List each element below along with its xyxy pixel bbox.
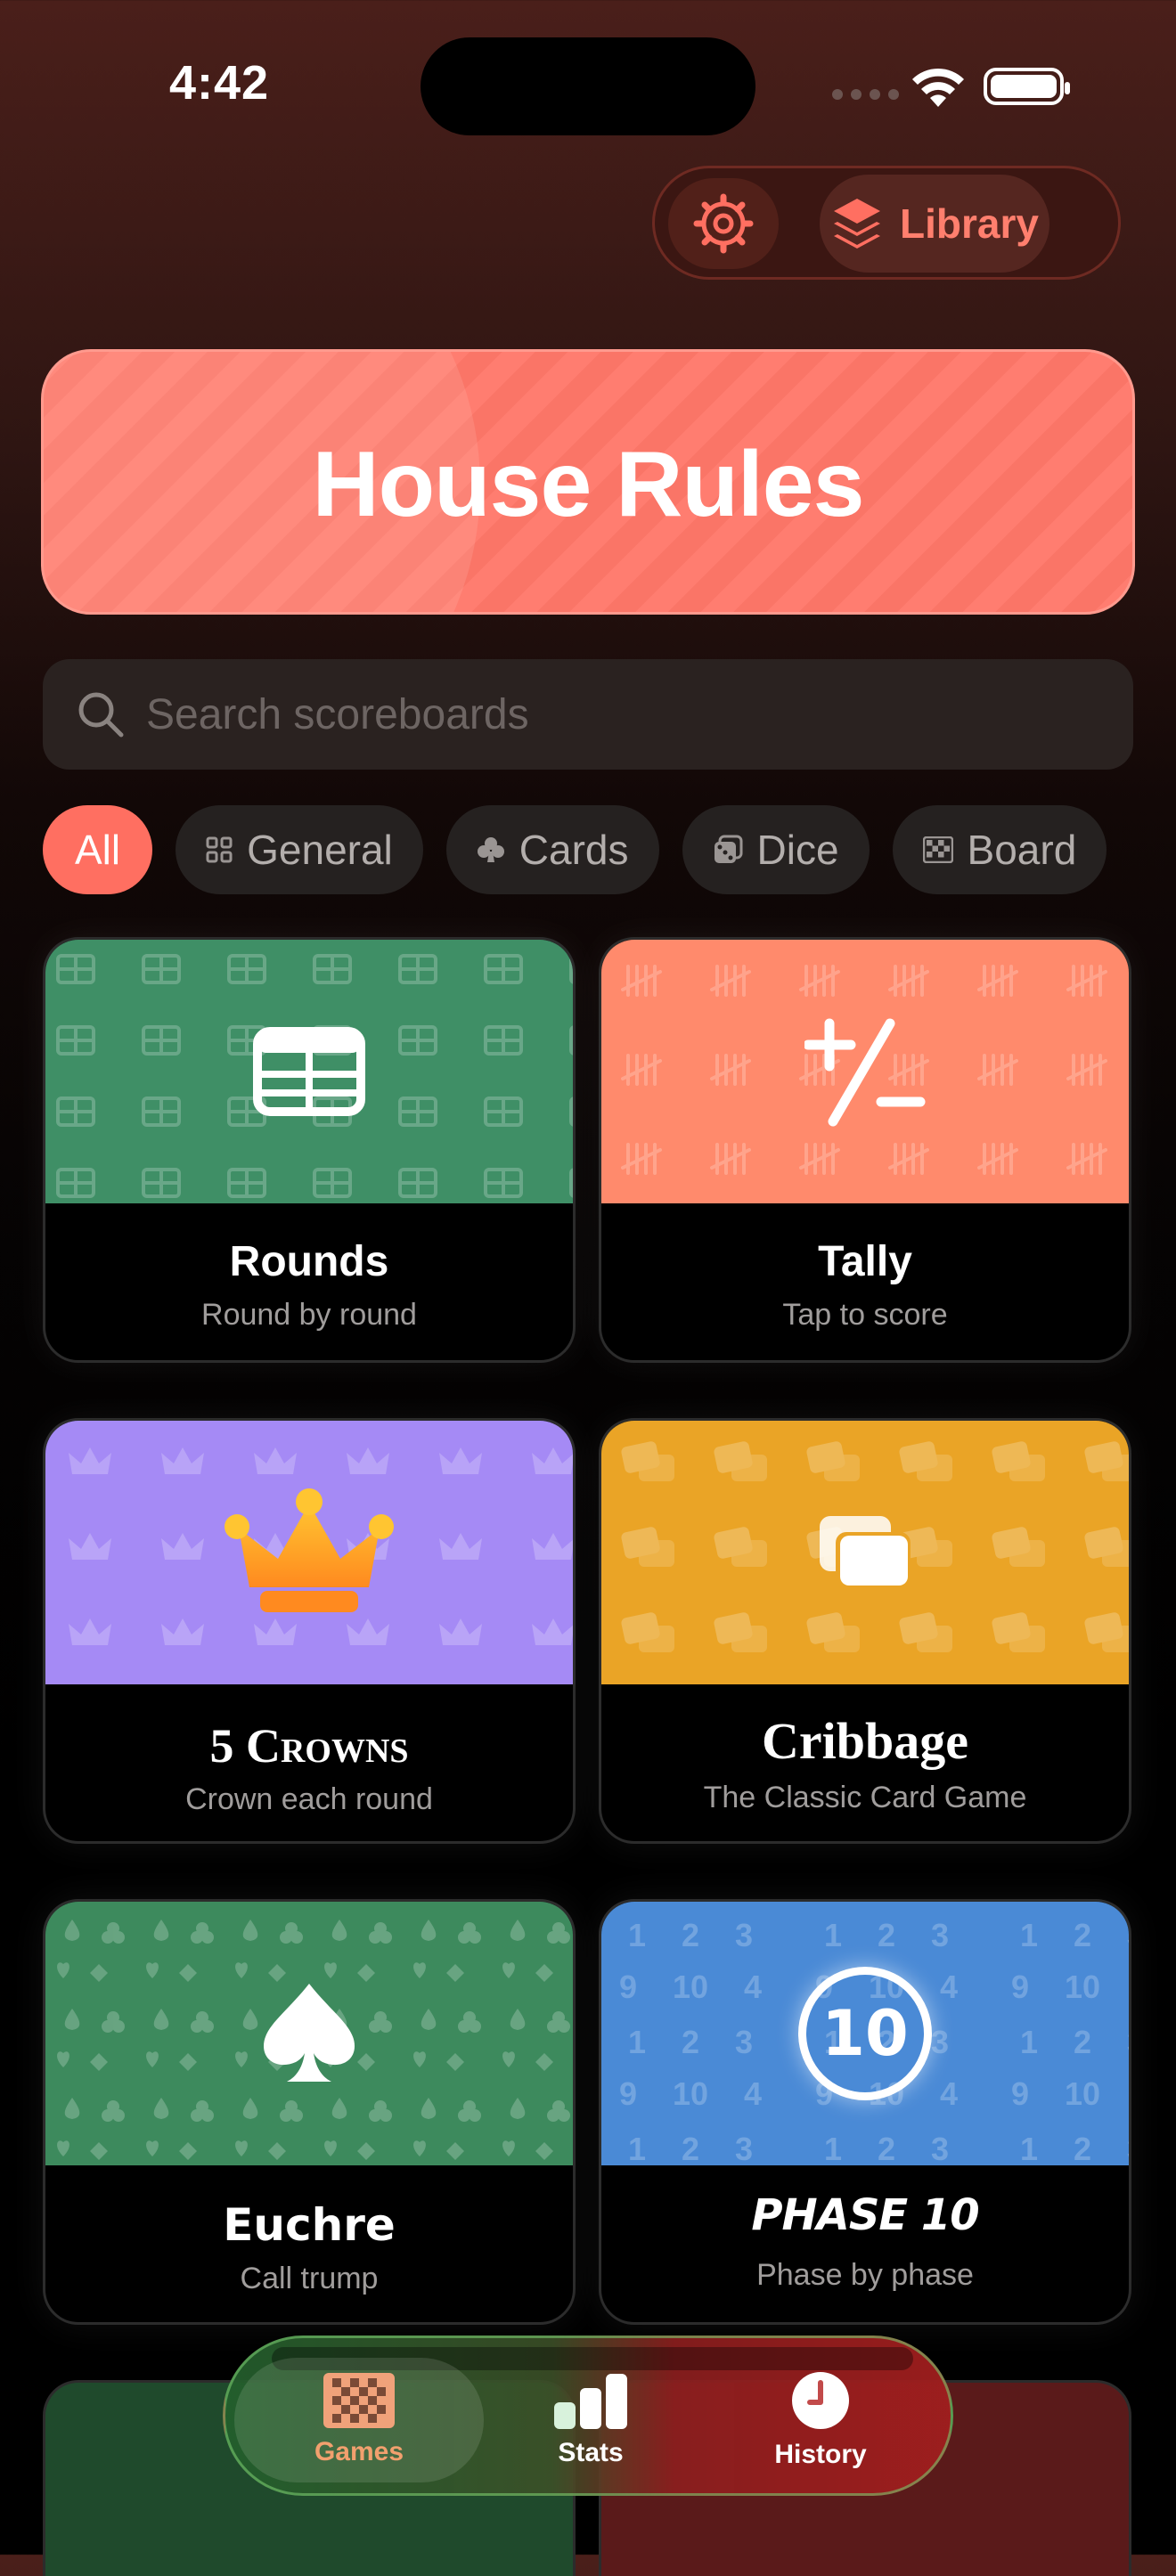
battery-icon (984, 68, 1070, 105)
game-card-cribbage[interactable]: Cribbage The Classic Card Game (599, 1418, 1131, 1844)
chip-label: All (75, 827, 121, 873)
filter-chip-cards[interactable]: Cards (445, 805, 659, 894)
dice-icon (714, 835, 742, 863)
chip-label: Board (967, 827, 1077, 873)
wifi-icon (912, 68, 964, 107)
game-name: Tally (818, 1238, 912, 1285)
game-subtitle: The Classic Card Game (703, 1781, 1027, 1814)
chip-label: Cards (519, 827, 629, 873)
library-label: Library (900, 200, 1039, 247)
game-name: Rounds (229, 1238, 389, 1285)
tab-games[interactable]: Games (234, 2358, 484, 2482)
app-title: House Rules (312, 433, 865, 536)
ten-badge-icon: 10 (798, 1967, 932, 2100)
tab-stats[interactable]: Stats (466, 2358, 715, 2482)
tab-history[interactable]: History (696, 2358, 945, 2482)
game-card-5-crowns[interactable]: 5 Crowns Crown each round (43, 1418, 576, 1844)
chip-label: Dice (756, 827, 839, 873)
game-card-rounds[interactable]: Rounds Round by round (43, 937, 576, 1363)
status-time: 4:42 (169, 56, 270, 110)
spade-icon (264, 1984, 355, 2082)
tab-label: Stats (558, 2438, 624, 2467)
cards-icon (820, 1516, 911, 1589)
grid-icon (206, 836, 233, 863)
game-subtitle: Tap to score (782, 1298, 948, 1332)
filter-chip-all[interactable]: All (43, 805, 153, 894)
library-button[interactable]: Library (820, 175, 1049, 273)
checkerboard-icon (323, 2373, 395, 2428)
search-input[interactable] (144, 689, 1039, 740)
gear-icon (693, 193, 754, 254)
game-name: 5 Crowns (209, 1719, 409, 1773)
game-name: PHASE 10 (751, 2190, 979, 2240)
game-subtitle: Crown each round (185, 1782, 433, 1816)
filter-chips: All General Cards Dice Board (43, 805, 1107, 894)
club-icon (477, 837, 504, 862)
search-bar[interactable] (43, 659, 1133, 770)
tab-label: History (774, 2440, 867, 2469)
cellular-signal-icon (832, 89, 899, 100)
chip-label: General (247, 827, 393, 873)
game-subtitle: Call trump (240, 2262, 379, 2295)
game-card-euchre[interactable]: Euchre Call trump (43, 1899, 576, 2325)
tab-bar: Games Stats History (223, 2336, 953, 2496)
game-subtitle: Phase by phase (756, 2258, 974, 2292)
table-icon (253, 1027, 365, 1116)
game-name: Euchre (223, 2199, 396, 2251)
dynamic-island (421, 37, 755, 135)
clock-icon (792, 2372, 849, 2429)
plus-minus-icon (804, 1018, 926, 1127)
tab-label: Games (314, 2437, 404, 2466)
app-banner: House Rules (41, 349, 1135, 615)
stack-icon (834, 199, 881, 249)
bar-chart-icon (554, 2374, 627, 2429)
filter-chip-dice[interactable]: Dice (682, 805, 870, 894)
game-card-tally[interactable]: Tally Tap to score (599, 937, 1131, 1363)
crown-icon (225, 1488, 394, 1612)
badge-text: 10 (821, 1997, 909, 2070)
filter-chip-board[interactable]: Board (892, 805, 1107, 894)
checker-icon (922, 836, 953, 863)
filter-chip-general[interactable]: General (176, 805, 423, 894)
game-name: Cribbage (762, 1712, 968, 1770)
search-icon (78, 692, 124, 738)
game-subtitle: Round by round (201, 1298, 417, 1332)
game-card-phase-10[interactable]: 1239104 10 PHASE 10 Phase by phase (599, 1899, 1131, 2325)
settings-button[interactable] (668, 178, 779, 269)
